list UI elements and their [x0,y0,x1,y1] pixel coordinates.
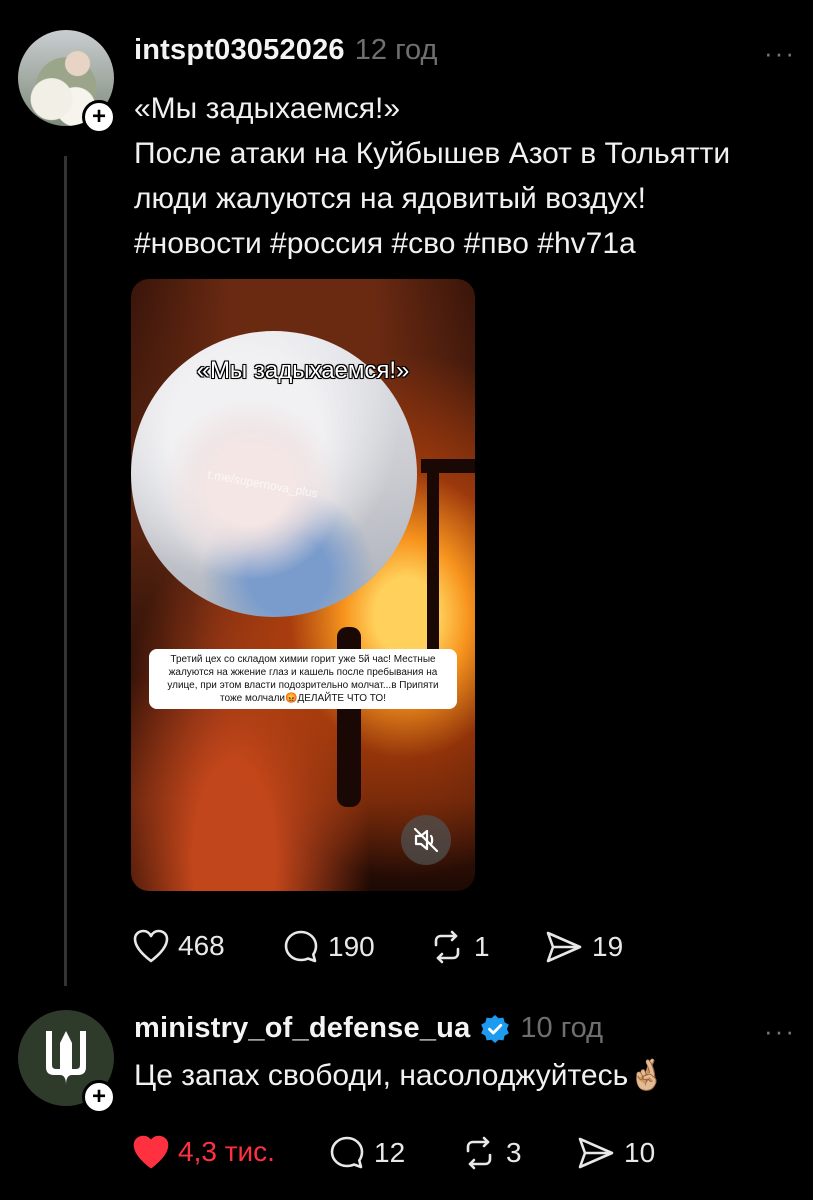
repost-icon [466,1136,492,1170]
comment-count: 190 [328,931,375,962]
reply-text: Це запах свободи, насолоджуйтесь🤞🏼 [134,1059,666,1092]
reply-like-count: 4,3 тис. [178,1136,275,1167]
video-caption: Третий цех со складом химии горит уже 5й… [149,649,457,709]
send-icon [546,931,582,963]
thread-line [64,156,67,986]
heart-icon [133,929,169,963]
reply-share-count: 10 [624,1137,656,1168]
reply-comment-button[interactable]: 12 [328,1134,405,1172]
reply-like-button[interactable]: 4,3 тис. [132,1134,275,1170]
repost-button[interactable]: 1 [428,928,490,966]
reply-more-options-button[interactable]: ··· [764,1016,796,1047]
reply-username[interactable]: ministry_of_defense_ua [134,1012,470,1045]
post-text-line: «Мы задыхаемся!» [134,92,401,125]
post-hashtags[interactable]: #новости #россия #сво #пво #hv71a [134,221,794,266]
comment-bubble-icon [330,1136,364,1169]
heart-filled-icon [133,1135,169,1169]
comment-bubble-icon [284,930,318,963]
timestamp: 12 год [354,34,438,66]
post-text-line: люди жалуются на ядовитый воздух! [134,182,647,215]
like-count: 468 [178,930,225,961]
follow-plus-button[interactable]: + [82,1080,116,1114]
follow-plus-button[interactable]: + [82,100,116,134]
reply-repost-button[interactable]: 3 [460,1134,522,1172]
speaker-muted-icon[interactable] [401,815,451,865]
send-icon [578,1137,614,1169]
more-options-button[interactable]: ··· [764,38,796,69]
comment-button[interactable]: 190 [282,928,375,966]
verified-badge-icon [481,1014,510,1043]
reply-share-button[interactable]: 10 [576,1134,655,1172]
reply-header: ministry_of_defense_ua 10 год [134,1012,603,1045]
repost-count: 1 [474,931,490,962]
post-text-line: После атаки на Куйбышев Азот в Тольятти [134,137,731,170]
repost-icon [434,930,460,964]
share-count: 19 [592,931,624,962]
share-button[interactable]: 19 [544,928,623,966]
video-title: «Мы задыхаемся!» [196,357,410,384]
video-player[interactable]: «Мы задыхаемся!» t.me/supernova_plus Тре… [131,279,475,891]
post-text: «Мы задыхаемся!» После атаки на Куйбышев… [134,86,794,266]
username[interactable]: intspt03052026 [134,34,345,67]
like-button[interactable]: 468 [132,928,225,964]
reply-timestamp: 10 год [520,1012,604,1044]
reply-repost-count: 3 [506,1137,522,1168]
trident-emblem-icon [46,1031,86,1085]
post-header: intspt03052026 12 год [134,34,437,67]
reply-comment-count: 12 [374,1137,406,1168]
